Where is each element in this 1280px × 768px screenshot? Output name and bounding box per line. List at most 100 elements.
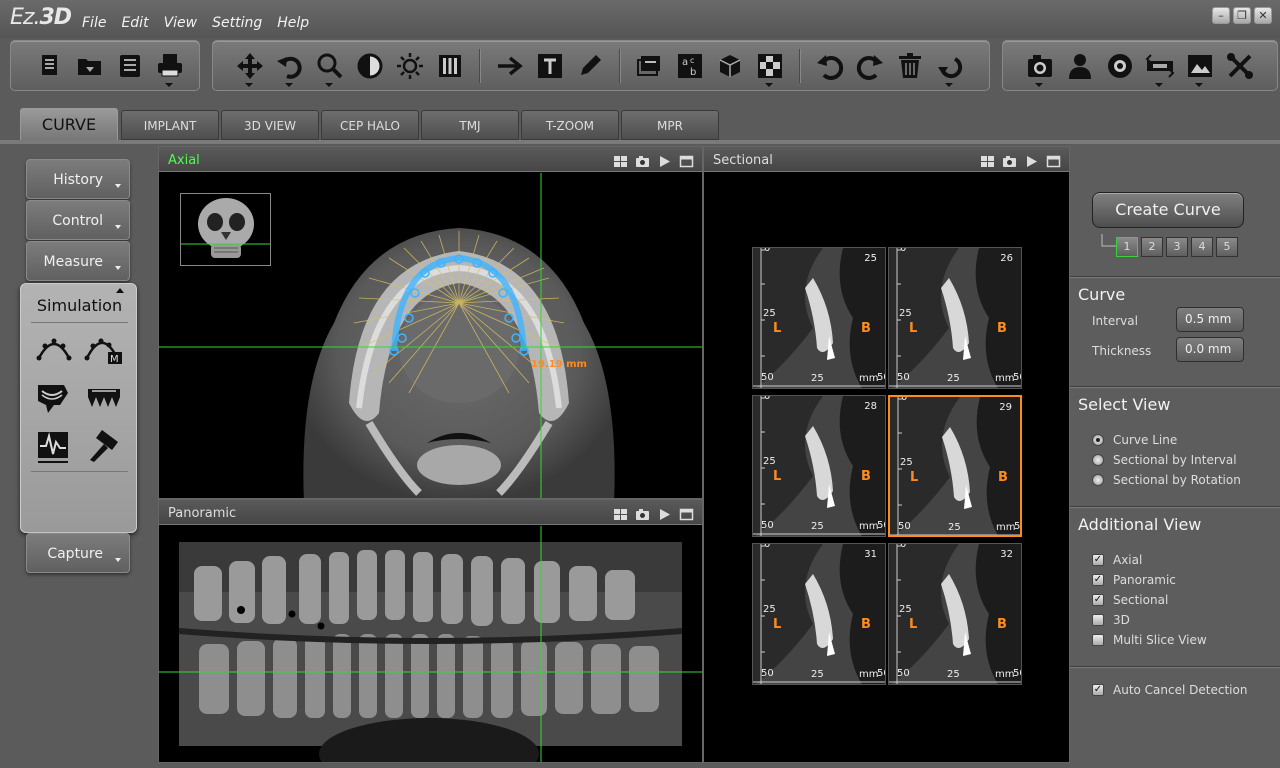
skull-thumbnail[interactable] — [180, 193, 271, 266]
gallery-icon[interactable] — [1185, 51, 1215, 87]
pen-icon[interactable] — [575, 51, 605, 81]
layout-grid-icon[interactable] — [980, 153, 995, 167]
curve-number-4[interactable]: 4 — [1191, 237, 1213, 257]
x-scale-unit-label: mm — [995, 669, 1015, 680]
play-icon[interactable] — [657, 506, 672, 520]
layer-icon[interactable] — [635, 51, 665, 81]
measure-button[interactable]: Measure — [26, 241, 130, 281]
curve-number-2[interactable]: 2 — [1141, 237, 1163, 257]
menu-edit[interactable]: Edit — [121, 15, 148, 31]
right-marker: B — [861, 321, 871, 336]
reset-icon[interactable] — [935, 51, 965, 87]
sectional-slice[interactable]: 280255025mm50LB — [752, 395, 886, 537]
arch-curve-icon[interactable] — [34, 330, 74, 366]
curve-number-3[interactable]: 3 — [1166, 237, 1188, 257]
camera-icon[interactable] — [1025, 51, 1055, 87]
tab-curve[interactable]: CURVE — [20, 108, 118, 141]
collapse-icon[interactable] — [116, 288, 124, 293]
menu-setting[interactable]: Setting — [212, 15, 262, 31]
capture-button[interactable]: Capture — [26, 533, 130, 573]
arrow-icon[interactable] — [495, 51, 525, 81]
sectional-slice[interactable]: 310255025mm50LB — [752, 543, 886, 685]
tab-t-zoom[interactable]: T-ZOOM — [521, 110, 619, 140]
x-scale-end-label: 50 — [1013, 372, 1021, 383]
maximize-icon[interactable] — [679, 506, 694, 521]
compare-icon[interactable] — [1145, 51, 1175, 87]
thickness-field[interactable]: 0.0 mm — [1176, 337, 1244, 362]
curve-heading: Curve — [1078, 285, 1126, 304]
menu-view[interactable]: View — [164, 15, 198, 31]
undo-icon[interactable] — [815, 51, 845, 81]
redo-icon[interactable] — [855, 51, 885, 81]
x-scale-end-label: 50 — [877, 520, 885, 531]
text-ab-icon[interactable]: abc — [675, 51, 705, 81]
tools-icon[interactable] — [1225, 51, 1255, 81]
svg-text:c: c — [690, 56, 694, 65]
maximize-icon[interactable] — [1046, 153, 1061, 168]
left-marker: L — [773, 617, 782, 632]
tab-3d-view[interactable]: 3D VIEW — [221, 110, 319, 140]
tab-mpr[interactable]: MPR — [621, 110, 719, 140]
menu-file[interactable]: File — [82, 15, 106, 31]
filter-icon[interactable] — [435, 51, 465, 81]
tab-implant[interactable]: IMPLANT — [121, 110, 219, 140]
tab-tmj[interactable]: TMJ — [421, 110, 519, 140]
curve-number-1[interactable]: 1 — [1116, 237, 1138, 257]
layout-grid-icon[interactable] — [613, 506, 628, 520]
trash-icon[interactable] — [895, 51, 925, 81]
restore-icon[interactable]: ❐ — [1233, 7, 1251, 24]
maximize-icon[interactable] — [679, 153, 694, 168]
move-icon[interactable] — [235, 51, 265, 87]
open-document-icon[interactable] — [35, 51, 65, 81]
play-icon[interactable] — [657, 153, 672, 167]
snapshot-icon[interactable] — [1002, 153, 1017, 167]
snapshot-icon[interactable] — [635, 153, 650, 167]
sectional-slice[interactable]: 320255025mm50LB — [888, 543, 1022, 685]
teeth-icon[interactable] — [84, 379, 124, 415]
print-icon[interactable] — [155, 51, 185, 87]
cube-icon[interactable] — [715, 51, 745, 81]
left-marker: L — [773, 469, 782, 484]
play-icon[interactable] — [1024, 153, 1039, 167]
zoom-icon[interactable] — [315, 51, 345, 87]
create-curve-button[interactable]: Create Curve — [1092, 192, 1244, 228]
brightness-icon[interactable] — [395, 51, 425, 81]
minimize-icon[interactable]: – — [1212, 7, 1230, 24]
graph-icon[interactable] — [34, 428, 74, 464]
layout-grid-icon[interactable] — [613, 153, 628, 167]
history-button[interactable]: History — [26, 159, 130, 199]
toolbar-group-file — [10, 40, 200, 91]
person-icon[interactable] — [1065, 51, 1095, 81]
arch-curve-m-icon[interactable]: M — [84, 330, 124, 366]
hammer-icon[interactable] — [84, 428, 124, 464]
text-icon[interactable] — [535, 51, 565, 81]
sectional-slice[interactable]: 250255025mm50LB — [752, 247, 886, 389]
axial-view[interactable]: Axial 19.19 mm — [158, 146, 703, 499]
right-marker: B — [861, 617, 871, 632]
radio-button-icon — [1092, 454, 1104, 466]
sectional-view[interactable]: Sectional 250255025mm50LB260255025mm50LB… — [703, 146, 1070, 763]
menu-help[interactable]: Help — [277, 15, 309, 31]
open-folder-icon[interactable] — [75, 51, 105, 81]
nerve-icon[interactable] — [34, 379, 74, 415]
snapshot-icon[interactable] — [635, 506, 650, 520]
control-button[interactable]: Control — [26, 200, 130, 240]
panoramic-view[interactable]: Panoramic — [158, 499, 703, 763]
sectional-slice[interactable]: 290255025mm50LB — [888, 395, 1022, 537]
axial-header: Axial — [159, 147, 702, 172]
curve-number-5[interactable]: 5 — [1216, 237, 1238, 257]
panoramic-header: Panoramic — [159, 500, 702, 525]
save-icon[interactable] — [115, 51, 145, 81]
scale-bottom-label: 50 — [897, 668, 910, 679]
checker-icon[interactable] — [755, 51, 785, 87]
disc-icon[interactable] — [1105, 51, 1135, 81]
checkbox-icon — [1092, 634, 1104, 646]
contrast-icon[interactable] — [355, 51, 385, 81]
interval-field[interactable]: 0.5 mm — [1176, 307, 1244, 332]
tab-cep-halo[interactable]: CEP HALO — [321, 110, 419, 140]
undo-rotate-icon[interactable] — [275, 51, 305, 87]
close-icon[interactable]: ✕ — [1254, 7, 1272, 24]
select-view-section: Select View Curve Line Sectional by Inte… — [1070, 386, 1280, 506]
scale-mid-label: 25 — [763, 456, 776, 467]
sectional-slice[interactable]: 260255025mm50LB — [888, 247, 1022, 389]
